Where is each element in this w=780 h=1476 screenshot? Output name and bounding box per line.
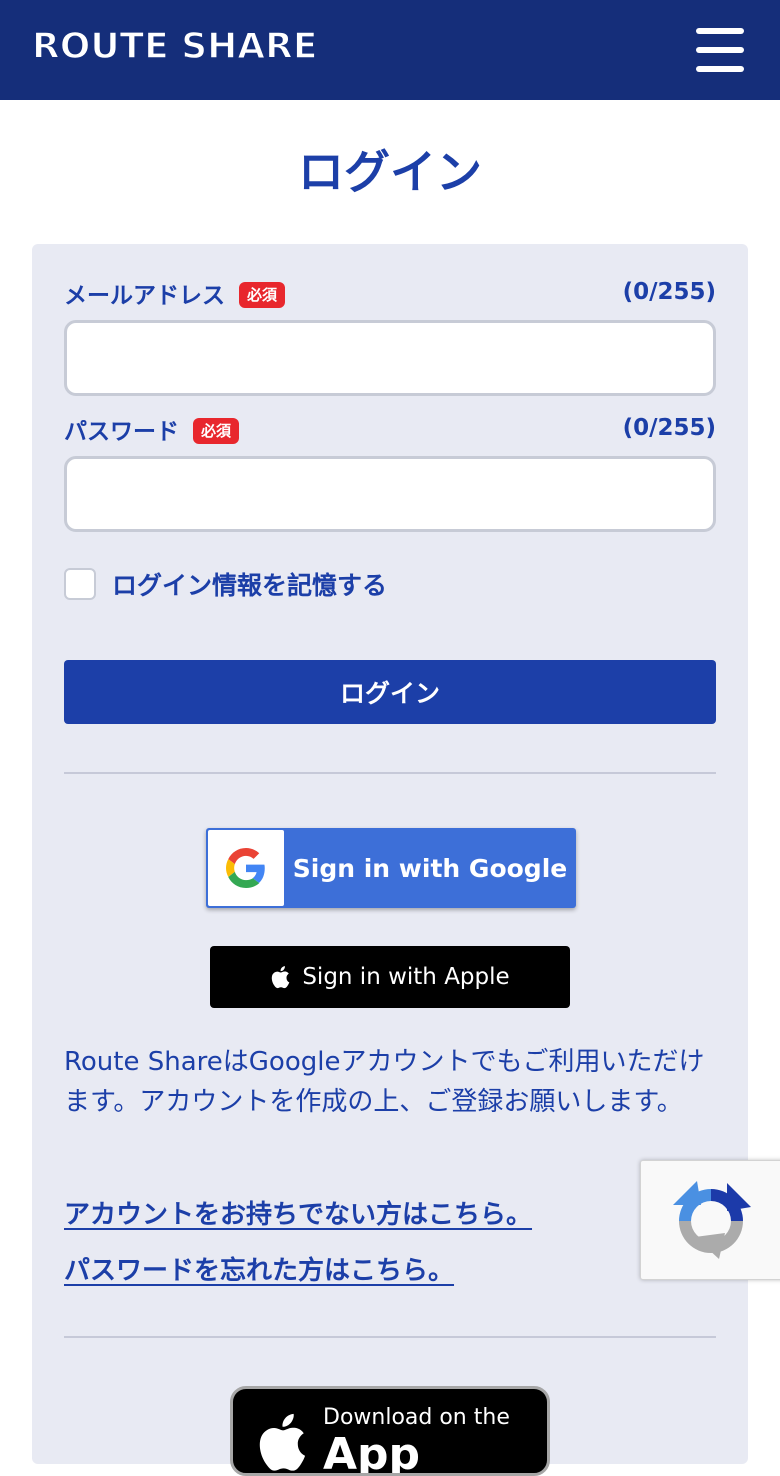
remember-login-option[interactable]: ログイン情報を記憶する: [64, 568, 387, 600]
register-link[interactable]: アカウントをお持ちでない方はこちら。: [64, 1194, 532, 1231]
app-store-badge[interactable]: Download on the App Store: [230, 1386, 550, 1476]
email-char-counter: (0/255): [622, 279, 716, 305]
remember-login-checkbox[interactable]: [64, 568, 96, 600]
google-sign-in-button[interactable]: Sign in with Google: [206, 828, 576, 908]
google-logo-icon: [208, 830, 284, 906]
divider: [64, 772, 716, 774]
app-store-big-text: App Store: [323, 1429, 421, 1476]
divider: [64, 1336, 716, 1338]
password-label-text: パスワード: [64, 419, 179, 445]
hamburger-menu-icon[interactable]: [696, 28, 744, 72]
password-label: パスワード 必須: [64, 412, 240, 446]
app-header: ROUTE SHARE: [0, 0, 780, 100]
password-char-counter: (0/255): [622, 415, 716, 441]
email-required-badge: 必須: [239, 282, 286, 308]
route-share-logo[interactable]: ROUTE SHARE: [31, 25, 318, 68]
email-label: メールアドレス 必須: [64, 276, 286, 310]
password-required-badge: 必須: [193, 418, 240, 444]
remember-login-label: ログイン情報を記憶する: [112, 571, 388, 600]
google-account-info-text: Route ShareはGoogleアカウントでもご利用いただけます。アカウント…: [64, 1047, 705, 1117]
email-input[interactable]: [64, 320, 716, 396]
apple-logo-icon: [272, 966, 290, 989]
apple-logo-icon: [259, 1413, 306, 1471]
login-card: メールアドレス 必須 (0/255) パスワード 必須 (0/255) ログイン情報…: [32, 244, 748, 1476]
page-title: ログイン: [298, 145, 482, 199]
password-input[interactable]: [64, 456, 716, 532]
google-sign-in-label: Sign in with Google: [292, 853, 568, 883]
email-label-text: メールアドレス: [64, 283, 225, 309]
recaptcha-icon: [673, 1181, 751, 1259]
forgot-password-link[interactable]: パスワードを忘れた方はこちら。: [64, 1250, 454, 1287]
app-store-small-text: Download on the: [323, 1405, 510, 1430]
apple-sign-in-label: Sign in with Apple: [302, 964, 510, 990]
login-button[interactable]: ログイン: [64, 660, 716, 724]
recaptcha-badge[interactable]: [640, 1160, 780, 1280]
apple-sign-in-button[interactable]: Sign in with Apple: [210, 946, 570, 1008]
